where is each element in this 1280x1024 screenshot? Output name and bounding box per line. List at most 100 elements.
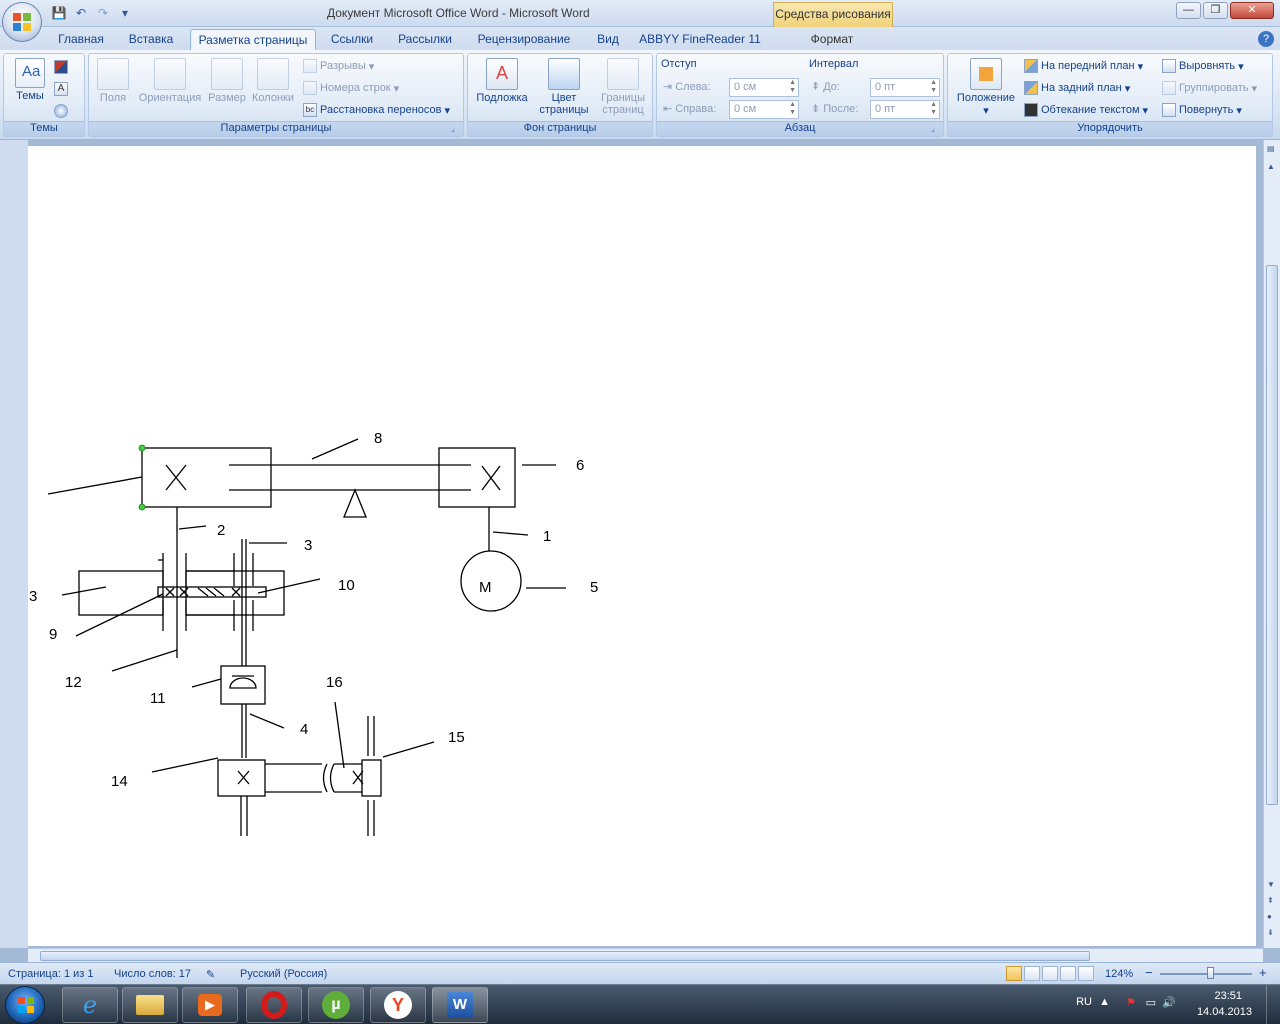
language-status[interactable]: Русский (Россия) [240,968,327,980]
margins-button[interactable]: Поля [93,58,133,104]
line-numbers-button[interactable]: Номера строк ▾ [303,81,399,95]
ribbon-tabs: Главная Вставка Разметка страницы Ссылки… [0,27,1280,50]
clock-date[interactable]: 14.04.2013 [1197,1006,1252,1018]
document-page[interactable]: M 8 6 2 1 3 3 10 5 9 12 11 16 4 15 14 [28,146,1256,946]
taskbar-utorrent[interactable]: µ [308,987,364,1023]
group-page-setup: Поля Ориентация Размер Колонки Разрывы ▾ … [88,53,464,137]
tab-references[interactable]: Ссылки [324,29,380,50]
help-icon[interactable]: ? [1258,31,1274,47]
scroll-up-icon[interactable]: ▲ [1267,162,1275,171]
redo-icon[interactable]: ↷ [94,5,112,21]
tab-review[interactable]: Рецензирование [470,29,578,50]
tab-abbyy[interactable]: ABBYY FineReader 11 [638,29,762,50]
web-layout-view-icon[interactable] [1042,966,1058,981]
volume-icon[interactable]: 🔊 [1162,996,1176,1009]
theme-fonts-button[interactable]: A [54,82,68,96]
next-page-icon[interactable]: ⇟ [1267,928,1274,937]
bring-front-button[interactable]: На передний план ▾ [1024,59,1143,73]
page-color-button[interactable]: Цвет страницы [534,58,594,116]
browse-object-icon[interactable]: ● [1267,912,1272,921]
tab-format[interactable]: Формат [800,29,864,50]
vertical-scroll-thumb[interactable] [1266,265,1278,805]
rotate-button[interactable]: Повернуть ▾ [1162,103,1242,117]
full-screen-reading-view-icon[interactable] [1024,966,1040,981]
office-logo-icon [13,13,31,31]
drawing-tools-header: Средства рисования [773,2,893,27]
save-icon[interactable]: 💾 [50,5,68,21]
action-center-icon[interactable]: ⚑ [1126,996,1136,1009]
zoom-slider[interactable] [1160,973,1252,975]
size-button[interactable]: Размер [207,58,247,104]
diagram-label: 8 [374,430,382,447]
proofing-icon[interactable]: ✎ [206,968,215,981]
taskbar-opera[interactable] [246,987,302,1023]
print-layout-view-icon[interactable] [1006,966,1022,981]
themes-button[interactable]: Aa Темы [10,58,50,102]
kinematic-diagram[interactable]: M 8 6 2 1 3 3 10 5 9 12 11 16 4 15 14 [28,146,648,946]
undo-icon[interactable]: ↶ [72,5,90,21]
group-arrange: Положение ▾ На передний план ▾ На задний п… [947,53,1273,137]
taskbar-yandex[interactable]: Y [370,987,426,1023]
outline-view-icon[interactable] [1060,966,1076,981]
spacing-after-input[interactable]: 0 пт ▲ ▼ [870,100,940,119]
taskbar-explorer[interactable] [122,987,178,1023]
tab-insert[interactable]: Вставка [120,29,182,50]
zoom-level[interactable]: 124% [1105,968,1133,980]
page-setup-launcher-icon[interactable]: ⌟ [451,124,461,134]
ruler-toggle-icon[interactable]: ▤ [1267,144,1275,153]
theme-colors-button[interactable] [54,60,68,74]
draft-view-icon[interactable] [1078,966,1094,981]
page-borders-button[interactable]: Границы страниц [594,58,652,116]
close-button[interactable]: ✕ [1230,2,1274,19]
diagram-label: 3 [29,588,37,605]
position-button[interactable]: Положение ▾ [952,58,1020,117]
prev-page-icon[interactable]: ⇞ [1267,896,1274,905]
show-desktop-button[interactable] [1266,985,1280,1024]
taskbar-media-player[interactable]: ▶ [182,987,238,1023]
tab-mailings[interactable]: Рассылки [390,29,460,50]
taskbar-word[interactable]: W [432,987,488,1023]
paragraph-launcher-icon[interactable]: ⌟ [931,124,941,134]
tab-home[interactable]: Главная [50,29,112,50]
watermark-button[interactable]: A Подложка [472,58,532,104]
send-back-button[interactable]: На задний план ▾ [1024,81,1130,95]
maximize-button[interactable]: ❐ [1203,2,1228,19]
vertical-scrollbar[interactable]: ▤ ▲ ▼ ⇞ ● ⇟ [1263,140,1280,948]
group-objects-button[interactable]: Группировать ▾ [1162,81,1257,95]
customize-qat-icon[interactable]: ▾ [116,5,134,21]
tab-view[interactable]: Вид [588,29,628,50]
page-count[interactable]: Страница: 1 из 1 [8,968,94,980]
spacing-before-input[interactable]: 0 пт ▲ ▼ [870,78,940,97]
zoom-slider-thumb[interactable] [1207,967,1214,979]
diagram-label: 3 [304,537,312,554]
language-indicator[interactable]: RU [1076,996,1092,1008]
align-button[interactable]: Выровнять ▾ [1162,59,1244,73]
minimize-button[interactable]: — [1176,2,1201,19]
indent-left-input[interactable]: 0 см ▲ ▼ [729,78,799,97]
zoom-in-button[interactable]: + [1259,965,1267,980]
columns-button[interactable]: Колонки [249,58,297,104]
page-borders-label-2: страниц [602,104,644,116]
diagram-label: 1 [543,528,551,545]
zoom-out-button[interactable]: − [1145,965,1153,980]
word-count[interactable]: Число слов: 17 [114,968,191,980]
hyphenation-button[interactable]: bc Расстановка переносов ▾ [303,103,450,117]
taskbar-ie[interactable]: e [62,987,118,1023]
scroll-down-icon[interactable]: ▼ [1267,880,1275,889]
window-title: Документ Microsoft Office Word - Microso… [327,6,590,20]
theme-effects-button[interactable] [54,104,68,118]
breaks-button[interactable]: Разрывы ▾ [303,59,374,73]
clock-time[interactable]: 23:51 [1214,990,1242,1002]
horizontal-scroll-thumb[interactable] [40,951,1090,961]
text-wrap-button[interactable]: Обтекание текстом ▾ [1024,103,1148,117]
group-themes: Aa Темы A Темы [3,53,85,137]
show-hidden-icons-icon[interactable]: ▲ [1099,996,1110,1008]
horizontal-scrollbar[interactable] [28,948,1263,962]
indent-right-input[interactable]: 0 см ▲ ▼ [729,100,799,119]
network-icon[interactable]: ▭ [1146,996,1156,1009]
tab-page-layout[interactable]: Разметка страницы [190,29,316,50]
orientation-button[interactable]: Ориентация [135,58,205,104]
start-button[interactable] [5,986,45,1024]
brake-box [220,665,266,705]
office-button[interactable] [2,2,42,42]
